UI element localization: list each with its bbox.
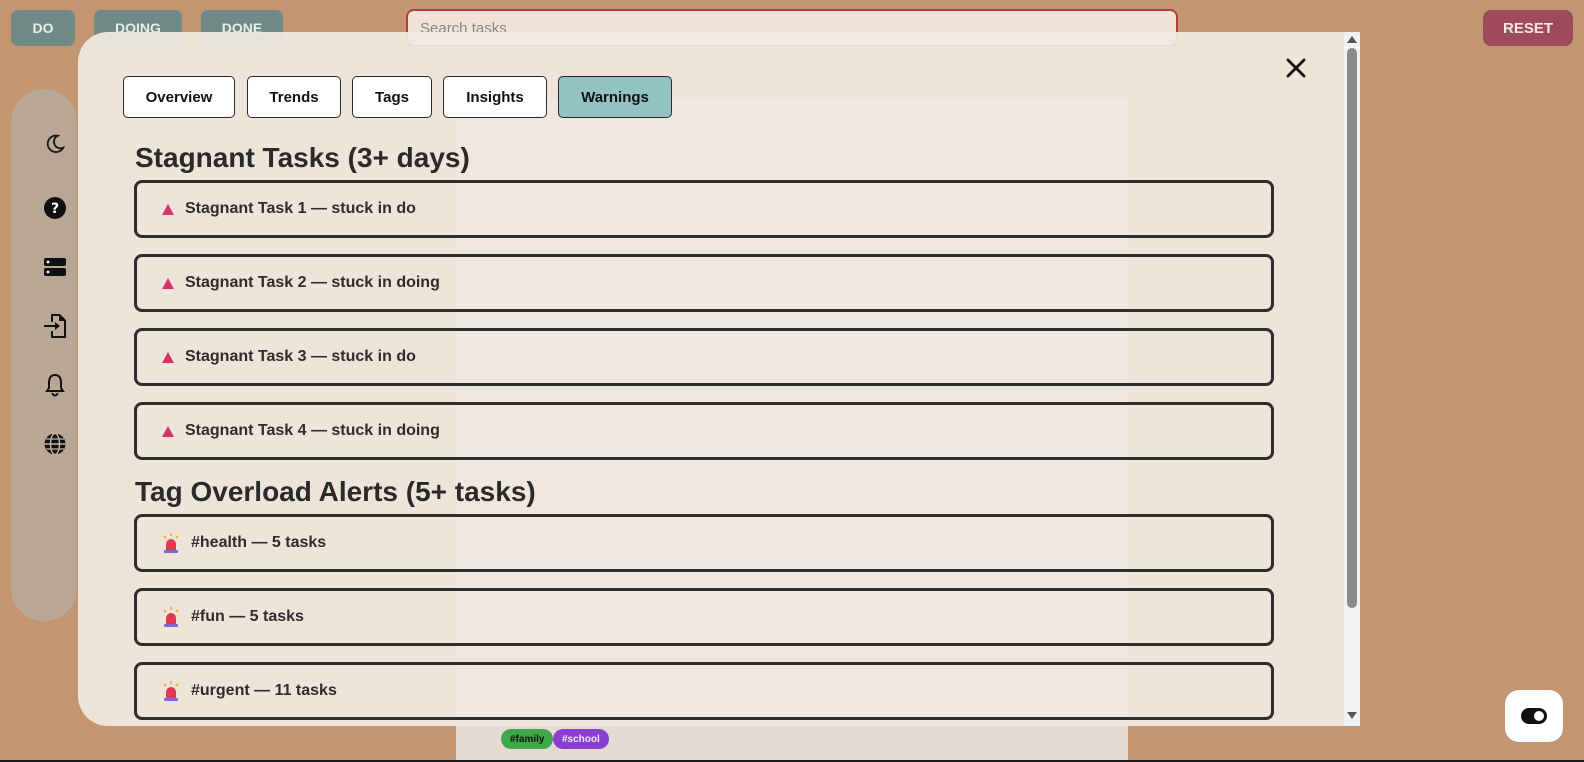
- tag-overload-card: #fun — 5 tasks: [134, 588, 1274, 646]
- siren-icon: [161, 680, 181, 702]
- statistics-modal: Overview Trends Tags Insights Warnings S…: [78, 32, 1344, 726]
- storage-icon[interactable]: [42, 254, 68, 280]
- tag-overload-text: #health — 5 tasks: [191, 534, 327, 551]
- warning-triangle-icon: [161, 350, 175, 364]
- tab-warnings[interactable]: Warnings: [558, 76, 672, 118]
- overload-section-title: Tag Overload Alerts (5+ tasks): [135, 476, 536, 507]
- moon-icon[interactable]: [42, 131, 68, 157]
- tag-overload-card: #urgent — 11 tasks: [134, 662, 1274, 720]
- filter-do-button[interactable]: DO: [11, 10, 75, 46]
- siren-icon: [161, 532, 181, 554]
- stagnant-task-text: Stagnant Task 2 — stuck in doing: [185, 274, 440, 291]
- warning-triangle-icon: [161, 202, 175, 216]
- scroll-up-icon[interactable]: [1347, 36, 1357, 43]
- bell-icon[interactable]: [42, 372, 68, 398]
- stagnant-task-card: Stagnant Task 2 — stuck in doing: [134, 254, 1274, 312]
- tab-tags[interactable]: Tags: [352, 76, 432, 118]
- siren-icon: [161, 606, 181, 628]
- stagnant-task-text: Stagnant Task 3 — stuck in do: [185, 348, 416, 365]
- stagnant-task-text: Stagnant Task 4 — stuck in doing: [185, 422, 440, 439]
- stagnant-task-card: Stagnant Task 1 — stuck in do: [134, 180, 1274, 238]
- tab-overview[interactable]: Overview: [123, 76, 235, 118]
- warning-triangle-icon: [161, 424, 175, 438]
- close-button[interactable]: [1278, 50, 1314, 86]
- tab-insights[interactable]: Insights: [443, 76, 547, 118]
- scroll-thumb[interactable]: [1347, 48, 1357, 608]
- scroll-down-icon[interactable]: [1347, 712, 1357, 719]
- tag-chip[interactable]: #family: [501, 729, 554, 749]
- tag-chip[interactable]: #school: [553, 729, 609, 749]
- stagnant-task-card: Stagnant Task 4 — stuck in doing: [134, 402, 1274, 460]
- stagnant-task-text: Stagnant Task 1 — stuck in do: [185, 200, 416, 217]
- theme-toggle-button[interactable]: [1505, 690, 1563, 742]
- reset-button[interactable]: RESET: [1483, 10, 1573, 46]
- tab-trends[interactable]: Trends: [247, 76, 341, 118]
- svg-text:?: ?: [51, 201, 59, 217]
- tag-overload-card: #health — 5 tasks: [134, 514, 1274, 572]
- warning-triangle-icon: [161, 276, 175, 290]
- import-icon[interactable]: [42, 313, 68, 339]
- stagnant-task-card: Stagnant Task 3 — stuck in do: [134, 328, 1274, 386]
- toggle-icon: [1521, 708, 1547, 724]
- modal-scrollbar[interactable]: [1344, 32, 1360, 726]
- sidebar: ?: [11, 89, 77, 621]
- tag-overload-text: #fun — 5 tasks: [191, 608, 304, 625]
- globe-icon[interactable]: [42, 431, 68, 457]
- stagnant-section-title: Stagnant Tasks (3+ days): [135, 142, 470, 173]
- close-icon: [1286, 58, 1306, 78]
- help-icon[interactable]: ?: [42, 195, 68, 221]
- tag-overload-text: #urgent — 11 tasks: [191, 682, 337, 699]
